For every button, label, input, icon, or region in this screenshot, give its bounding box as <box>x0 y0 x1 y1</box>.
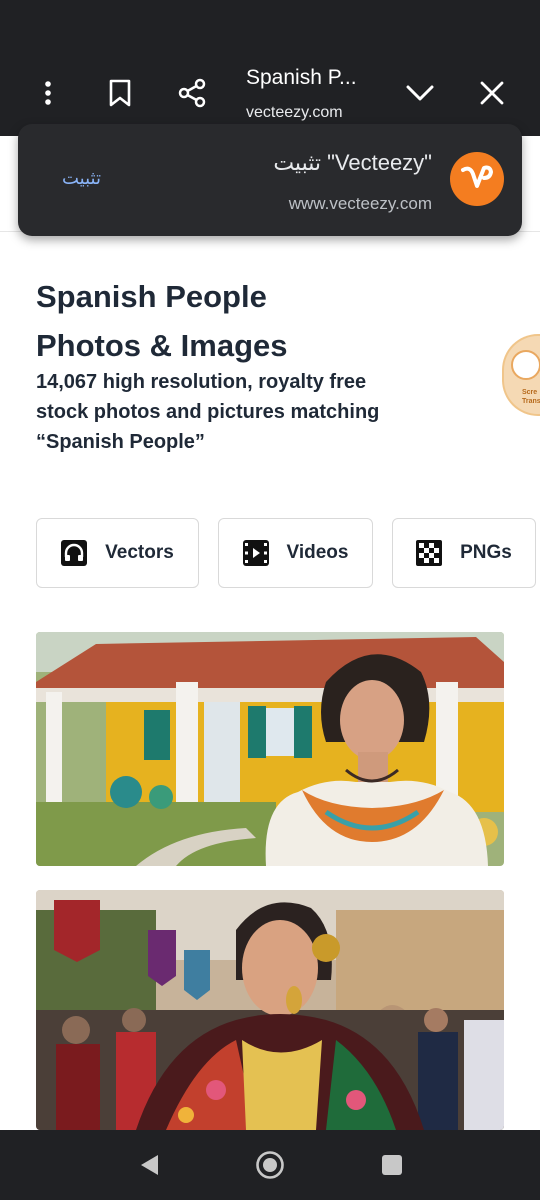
page-title: Spanish People Photos & Images <box>36 279 288 363</box>
chip-pngs[interactable]: PNGs <box>392 518 536 588</box>
screen-translate-badge[interactable]: Scre Trans <box>502 334 540 416</box>
chip-label: PNGs <box>460 542 512 563</box>
home-icon[interactable] <box>253 1148 287 1182</box>
install-title: تثبيت "Vecteezy" <box>273 150 432 175</box>
install-button[interactable]: تثبيت <box>62 168 101 189</box>
browser-toolbar: Spanish P... vecteezy.com <box>0 0 540 136</box>
tab-title: Spanish P... <box>246 66 357 89</box>
tab-url: vecteezy.com <box>246 104 343 121</box>
chip-label: Videos <box>286 542 349 563</box>
install-url: www.vecteezy.com <box>288 194 432 213</box>
chip-label: Vectors <box>105 542 174 563</box>
headphones-icon <box>61 540 88 566</box>
page-content: Spanish People Photos & Images 14,067 hi… <box>0 136 540 1130</box>
close-icon[interactable] <box>469 70 515 116</box>
install-app-prompt: تثبيت تثبيت "Vecteezy" www.vecteezy.com <box>18 124 522 236</box>
bookmark-icon[interactable] <box>97 70 143 116</box>
checkerboard-icon <box>416 540 443 566</box>
chip-videos[interactable]: Videos <box>218 518 373 588</box>
chip-vectors[interactable]: Vectors <box>36 518 199 588</box>
woman-yellow-house-photo[interactable] <box>36 632 504 866</box>
translate-icon <box>511 350 540 380</box>
chevron-down-icon[interactable] <box>397 70 443 116</box>
page-subtitle: 14,067 high resolution, royalty free sto… <box>36 371 380 453</box>
vecteezy-logo-icon <box>450 152 504 206</box>
back-icon[interactable] <box>132 1148 166 1182</box>
woman-festival-shawl-photo[interactable] <box>36 890 504 1130</box>
share-icon[interactable] <box>169 70 215 116</box>
badge-text: Scre Trans <box>522 389 540 405</box>
system-nav-bar <box>0 1130 540 1200</box>
recents-icon[interactable] <box>375 1148 409 1182</box>
film-icon <box>242 540 269 566</box>
more-options-icon[interactable] <box>25 70 71 116</box>
